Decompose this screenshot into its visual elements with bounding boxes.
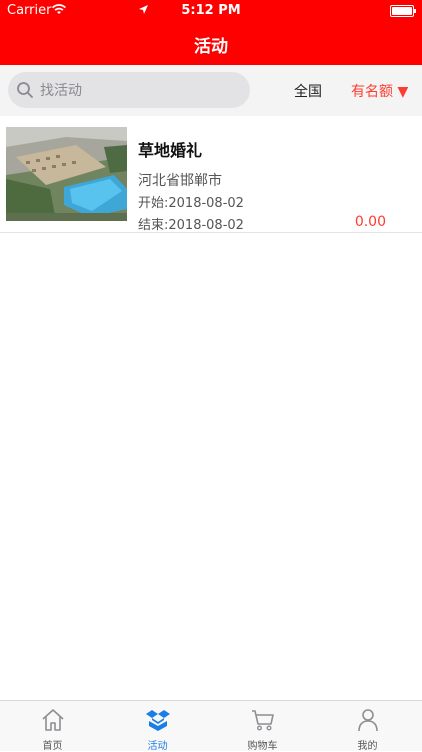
filter-bar: 全国 有名额 ▼ [0, 65, 422, 116]
search-icon [16, 81, 34, 99]
activity-end-date: 结束:2018-08-02 [138, 218, 244, 233]
quota-filter-dropdown[interactable]: 有名额 ▼ [351, 81, 408, 101]
user-icon [355, 707, 381, 733]
tab-home[interactable]: 首页 [0, 701, 105, 752]
activity-price: 0.00 [354, 214, 386, 230]
tab-mine[interactable]: 我的 [315, 701, 420, 752]
home-icon [40, 707, 66, 733]
top-bar: Carrier 5:12 PM 活动 [0, 0, 422, 65]
search-box[interactable] [8, 72, 250, 110]
list-item[interactable]: 草地婚礼 河北省邯郸市 开始:2018-08-02 结束:2018-08-02 … [0, 116, 422, 233]
activity-location: 河北省邯郸市 [138, 173, 222, 189]
battery-icon [390, 5, 416, 17]
region-filter[interactable]: 全国 [294, 81, 322, 101]
activity-thumbnail [6, 127, 127, 221]
tab-cart[interactable]: 购物车 [210, 701, 315, 752]
tab-activity[interactable]: 活动 [105, 701, 210, 752]
activity-list: 草地婚礼 河北省邯郸市 开始:2018-08-02 结束:2018-08-02 … [0, 116, 422, 233]
search-input[interactable] [38, 72, 242, 110]
box-icon [145, 707, 171, 733]
page-title: 活动 [194, 37, 228, 57]
cart-icon [250, 707, 276, 733]
activity-title: 草地婚礼 [138, 141, 203, 160]
tab-bar: 首页 活动 购物车 我的 [0, 700, 422, 752]
location-arrow-icon [138, 3, 386, 19]
activity-start-date: 开始:2018-08-02 [138, 196, 244, 211]
status-bar: Carrier 5:12 PM [0, 0, 422, 22]
